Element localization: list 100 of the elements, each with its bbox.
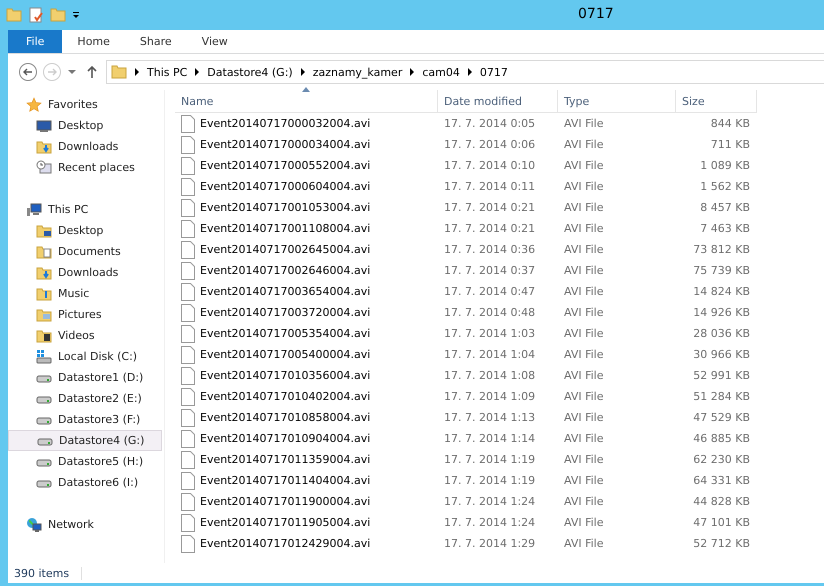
file-name[interactable]: Event20140717012429004.avi — [200, 537, 370, 550]
nav-item[interactable]: Music — [8, 283, 164, 304]
date-modified: 17. 7. 2014 0:05 — [444, 117, 536, 130]
file-icon — [181, 534, 195, 552]
nav-item[interactable]: Documents — [8, 241, 164, 262]
date-modified: 17. 7. 2014 0:21 — [444, 222, 536, 235]
chevron-icon[interactable] — [134, 68, 140, 76]
file-size: 64 331 KB — [693, 474, 750, 487]
file-name[interactable]: Event20140717010356004.avi — [200, 369, 370, 382]
file-size: 44 828 KB — [693, 495, 750, 508]
nav-item[interactable]: This PC — [8, 199, 164, 220]
chevron-icon[interactable] — [300, 68, 306, 76]
file-name[interactable]: Event20140717000604004.avi — [200, 180, 370, 193]
file-type: AVI File — [564, 243, 604, 256]
nav-item[interactable]: Datastore3 (F:) — [8, 409, 164, 430]
date-modified: 17. 7. 2014 1:03 — [444, 327, 536, 340]
file-icon — [181, 472, 195, 490]
breadcrumb-item[interactable]: 0717 — [480, 66, 508, 78]
nav-item[interactable]: Network — [8, 514, 164, 535]
nav-item[interactable]: Datastore5 (H:) — [8, 451, 164, 472]
column-header[interactable]: Date modified — [438, 90, 558, 112]
file-icon — [181, 282, 195, 300]
file-size: 28 036 KB — [693, 327, 750, 340]
file-icon — [181, 220, 195, 238]
file-name[interactable]: Event20140717003720004.avi — [200, 306, 370, 319]
file-size: 46 885 KB — [693, 432, 750, 445]
nav-item[interactable]: Pictures — [8, 304, 164, 325]
file-type: AVI File — [564, 201, 604, 214]
nav-item[interactable]: Datastore6 (I:) — [8, 472, 164, 493]
date-modified: 17. 7. 2014 1:14 — [444, 432, 536, 445]
file-type: AVI File — [564, 327, 604, 340]
file-name[interactable]: Event20140717001053004.avi — [200, 201, 370, 214]
file-icon — [181, 156, 195, 174]
file-name[interactable]: Event20140717000032004.avi — [200, 117, 370, 130]
folder-icon — [36, 138, 52, 154]
nav-item[interactable]: Datastore4 (G:) — [8, 430, 162, 451]
folder-icon — [36, 244, 52, 260]
file-size: 30 966 KB — [693, 348, 750, 361]
nav-item[interactable]: Recent places — [8, 157, 164, 178]
file-name[interactable]: Event20140717002646004.avi — [200, 264, 370, 277]
file-size: 73 812 KB — [693, 243, 750, 256]
properties-icon[interactable] — [28, 7, 44, 23]
up-arrow-icon[interactable] — [86, 65, 98, 79]
file-type: AVI File — [564, 453, 604, 466]
file-name[interactable]: Event20140717011359004.avi — [200, 453, 370, 466]
nav-item[interactable]: Downloads — [8, 136, 164, 157]
column-header[interactable]: Size — [676, 90, 757, 112]
address-bar[interactable]: This PC Datastore4 (G:) zaznamy_kamer cam04 0717 — [106, 60, 824, 84]
breadcrumb-item[interactable]: zaznamy_kamer — [312, 66, 402, 78]
breadcrumb-item[interactable]: This PC — [147, 66, 188, 78]
recent-places-icon — [36, 160, 52, 176]
dropdown-icon[interactable] — [72, 10, 80, 20]
date-modified: 17. 7. 2014 0:21 — [444, 201, 536, 214]
file-name[interactable]: Event20140717001108004.avi — [200, 222, 370, 235]
file-icon — [181, 262, 195, 280]
chevron-icon[interactable] — [409, 68, 416, 76]
date-modified: 17. 7. 2014 1:24 — [444, 495, 536, 508]
file-name[interactable]: Event20140717005354004.avi — [200, 327, 370, 340]
nav-item[interactable]: Datastore1 (D:) — [8, 367, 164, 388]
star-icon — [26, 96, 42, 112]
nav-item[interactable]: Downloads — [8, 262, 164, 283]
item-count: 390 items — [8, 566, 82, 580]
file-name[interactable]: Event20140717011905004.avi — [200, 516, 370, 529]
file-type: AVI File — [564, 159, 604, 172]
file-size: 14 824 KB — [693, 285, 750, 298]
chevron-icon[interactable] — [194, 68, 200, 76]
chevron-icon[interactable] — [466, 68, 473, 76]
back-icon[interactable] — [18, 62, 38, 82]
column-header[interactable]: Type — [558, 90, 676, 112]
file-name[interactable]: Event20140717000552004.avi — [200, 159, 370, 172]
caret-icon[interactable] — [68, 68, 76, 76]
file-type: AVI File — [564, 264, 604, 277]
ribbon-tab[interactable]: File — [8, 30, 62, 53]
date-modified: 17. 7. 2014 1:24 — [444, 516, 536, 529]
file-name[interactable]: Event20140717005400004.avi — [200, 348, 370, 361]
nav-item[interactable]: Desktop — [8, 220, 164, 241]
file-name[interactable]: Event20140717000034004.avi — [200, 138, 370, 151]
breadcrumb-item[interactable]: cam04 — [422, 66, 460, 78]
nav-item[interactable]: Favorites — [8, 94, 164, 115]
file-icon — [181, 430, 195, 448]
file-icon — [181, 324, 195, 342]
file-type: AVI File — [564, 537, 604, 550]
nav-item[interactable]: Local Disk (C:) — [8, 346, 164, 367]
file-name[interactable]: Event20140717011404004.avi — [200, 474, 370, 487]
system-drive-icon — [36, 348, 52, 364]
file-name[interactable]: Event20140717010402004.avi — [200, 390, 370, 403]
file-name[interactable]: Event20140717003654004.avi — [200, 285, 370, 298]
file-name[interactable]: Event20140717010904004.avi — [200, 432, 370, 445]
nav-item[interactable]: Datastore2 (E:) — [8, 388, 164, 409]
window-title: 0717 — [578, 6, 614, 22]
nav-item[interactable]: Videos — [8, 325, 164, 346]
folder-icon — [36, 306, 52, 322]
date-modified: 17. 7. 2014 0:11 — [444, 180, 536, 193]
file-size: 8 457 KB — [700, 201, 750, 214]
file-name[interactable]: Event20140717011900004.avi — [200, 495, 370, 508]
nav-item[interactable]: Desktop — [8, 115, 164, 136]
date-modified: 17. 7. 2014 0:48 — [444, 306, 536, 319]
breadcrumb-item[interactable]: Datastore4 (G:) — [207, 66, 293, 78]
file-name[interactable]: Event20140717002645004.avi — [200, 243, 370, 256]
file-name[interactable]: Event20140717010858004.avi — [200, 411, 370, 424]
